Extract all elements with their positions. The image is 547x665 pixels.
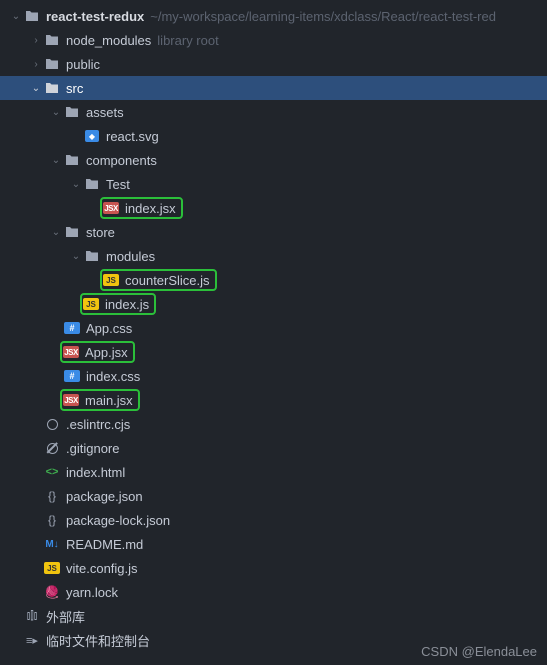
folder-icon — [44, 80, 60, 96]
folder-icon — [64, 224, 80, 240]
tree-row-external-libs[interactable]: ⫾⫿⫾ 外部库 — [0, 604, 547, 628]
chevron-down-icon[interactable]: ⌄ — [8, 11, 24, 22]
tree-row-test[interactable]: ⌄ Test — [0, 172, 547, 196]
markdown-file-icon: M↓ — [44, 536, 60, 552]
app-jsx-label: App.jsx — [85, 345, 128, 360]
json-file-icon: {} — [44, 512, 60, 528]
highlight-box: JS index.js — [80, 293, 156, 315]
tree-row-modules[interactable]: ⌄ modules — [0, 244, 547, 268]
tree-row-public[interactable]: › public — [0, 52, 547, 76]
js-file-icon: JS — [103, 272, 119, 288]
gitignore-label: .gitignore — [66, 441, 119, 456]
scratches-label: 临时文件和控制台 — [46, 631, 150, 650]
modules-label: modules — [106, 249, 155, 264]
test-label: Test — [106, 177, 130, 192]
tree-row-gitignore[interactable]: .gitignore — [0, 436, 547, 460]
react-svg-label: react.svg — [106, 129, 159, 144]
store-index-js-label: index.js — [105, 297, 149, 312]
store-label: store — [86, 225, 115, 240]
highlight-box: JS counterSlice.js — [100, 269, 217, 291]
tree-row-store[interactable]: ⌄ store — [0, 220, 547, 244]
json-file-icon: {} — [44, 488, 60, 504]
external-libs-label: 外部库 — [46, 607, 85, 626]
counterslice-label: counterSlice.js — [125, 273, 210, 288]
config-file-icon — [44, 416, 60, 432]
js-file-icon: JS — [83, 296, 99, 312]
tree-row-index-css[interactable]: # index.css — [0, 364, 547, 388]
highlight-box: JSX App.jsx — [60, 341, 135, 363]
assets-label: assets — [86, 105, 124, 120]
index-css-label: index.css — [86, 369, 140, 384]
folder-icon — [84, 176, 100, 192]
vite-config-label: vite.config.js — [66, 561, 138, 576]
tree-row-package-lock[interactable]: {} package-lock.json — [0, 508, 547, 532]
index-html-label: index.html — [66, 465, 125, 480]
readme-label: README.md — [66, 537, 143, 552]
app-css-label: App.css — [86, 321, 132, 336]
jsx-file-icon: JSX — [103, 200, 119, 216]
folder-icon — [64, 152, 80, 168]
chevron-down-icon[interactable]: ⌄ — [68, 251, 84, 262]
node-modules-label: node_modules — [66, 33, 151, 48]
folder-icon — [44, 56, 60, 72]
chevron-right-icon[interactable]: › — [28, 35, 44, 46]
chevron-down-icon[interactable]: ⌄ — [28, 83, 44, 94]
tree-row-index-html[interactable]: <> index.html — [0, 460, 547, 484]
highlight-box: JSX index.jsx — [100, 197, 183, 219]
chevron-down-icon[interactable]: ⌄ — [48, 227, 64, 238]
tree-row-app-css[interactable]: # App.css — [0, 316, 547, 340]
eslintrc-label: .eslintrc.cjs — [66, 417, 130, 432]
tree-row-eslintrc[interactable]: .eslintrc.cjs — [0, 412, 547, 436]
library-icon: ⫾⫿⫾ — [24, 608, 40, 624]
chevron-down-icon[interactable]: ⌄ — [48, 155, 64, 166]
html-file-icon: <> — [44, 464, 60, 480]
package-json-label: package.json — [66, 489, 143, 504]
public-label: public — [66, 57, 100, 72]
tree-row-store-index-js[interactable]: JS index.js — [0, 292, 547, 316]
tree-row-counterslice[interactable]: JS counterSlice.js — [0, 268, 547, 292]
watermark: CSDN @ElendaLee — [421, 644, 537, 659]
folder-icon — [24, 8, 40, 24]
tree-row-assets[interactable]: ⌄ assets — [0, 100, 547, 124]
scratches-icon: ≡▸ — [24, 632, 40, 648]
folder-icon — [44, 32, 60, 48]
tree-row-vite-config[interactable]: JS vite.config.js — [0, 556, 547, 580]
root-path: ~/my-workspace/learning-items/xdclass/Re… — [150, 9, 496, 24]
tree-row-node-modules[interactable]: › node_modules library root — [0, 28, 547, 52]
root-name: react-test-redux — [46, 9, 144, 24]
tree-row-src[interactable]: ⌄ src — [0, 76, 547, 100]
js-file-icon: JS — [44, 560, 60, 576]
main-jsx-label: main.jsx — [85, 393, 133, 408]
project-tree: ⌄ react-test-redux ~/my-workspace/learni… — [0, 0, 547, 652]
tree-row-test-index-jsx[interactable]: JSX index.jsx — [0, 196, 547, 220]
jsx-file-icon: JSX — [63, 344, 79, 360]
library-root-hint: library root — [157, 33, 218, 48]
folder-icon — [64, 104, 80, 120]
gitignore-file-icon — [44, 440, 60, 456]
chevron-down-icon[interactable]: ⌄ — [68, 179, 84, 190]
tree-row-package-json[interactable]: {} package.json — [0, 484, 547, 508]
yarn-file-icon: 🧶 — [44, 584, 60, 600]
css-file-icon: # — [64, 368, 80, 384]
tree-row-app-jsx[interactable]: JSX App.jsx — [0, 340, 547, 364]
chevron-down-icon[interactable]: ⌄ — [48, 107, 64, 118]
package-lock-label: package-lock.json — [66, 513, 170, 528]
css-file-icon: # — [64, 320, 80, 336]
src-label: src — [66, 81, 83, 96]
tree-row-yarn-lock[interactable]: 🧶 yarn.lock — [0, 580, 547, 604]
yarn-lock-label: yarn.lock — [66, 585, 118, 600]
highlight-box: JSX main.jsx — [60, 389, 140, 411]
tree-row-components[interactable]: ⌄ components — [0, 148, 547, 172]
tree-row-react-svg[interactable]: ◆ react.svg — [0, 124, 547, 148]
components-label: components — [86, 153, 157, 168]
chevron-right-icon[interactable]: › — [28, 59, 44, 70]
tree-row-root[interactable]: ⌄ react-test-redux ~/my-workspace/learni… — [0, 4, 547, 28]
folder-icon — [84, 248, 100, 264]
tree-row-main-jsx[interactable]: JSX main.jsx — [0, 388, 547, 412]
tree-row-readme[interactable]: M↓ README.md — [0, 532, 547, 556]
jsx-file-icon: JSX — [63, 392, 79, 408]
test-index-jsx-label: index.jsx — [125, 201, 176, 216]
svg-file-icon: ◆ — [84, 128, 100, 144]
